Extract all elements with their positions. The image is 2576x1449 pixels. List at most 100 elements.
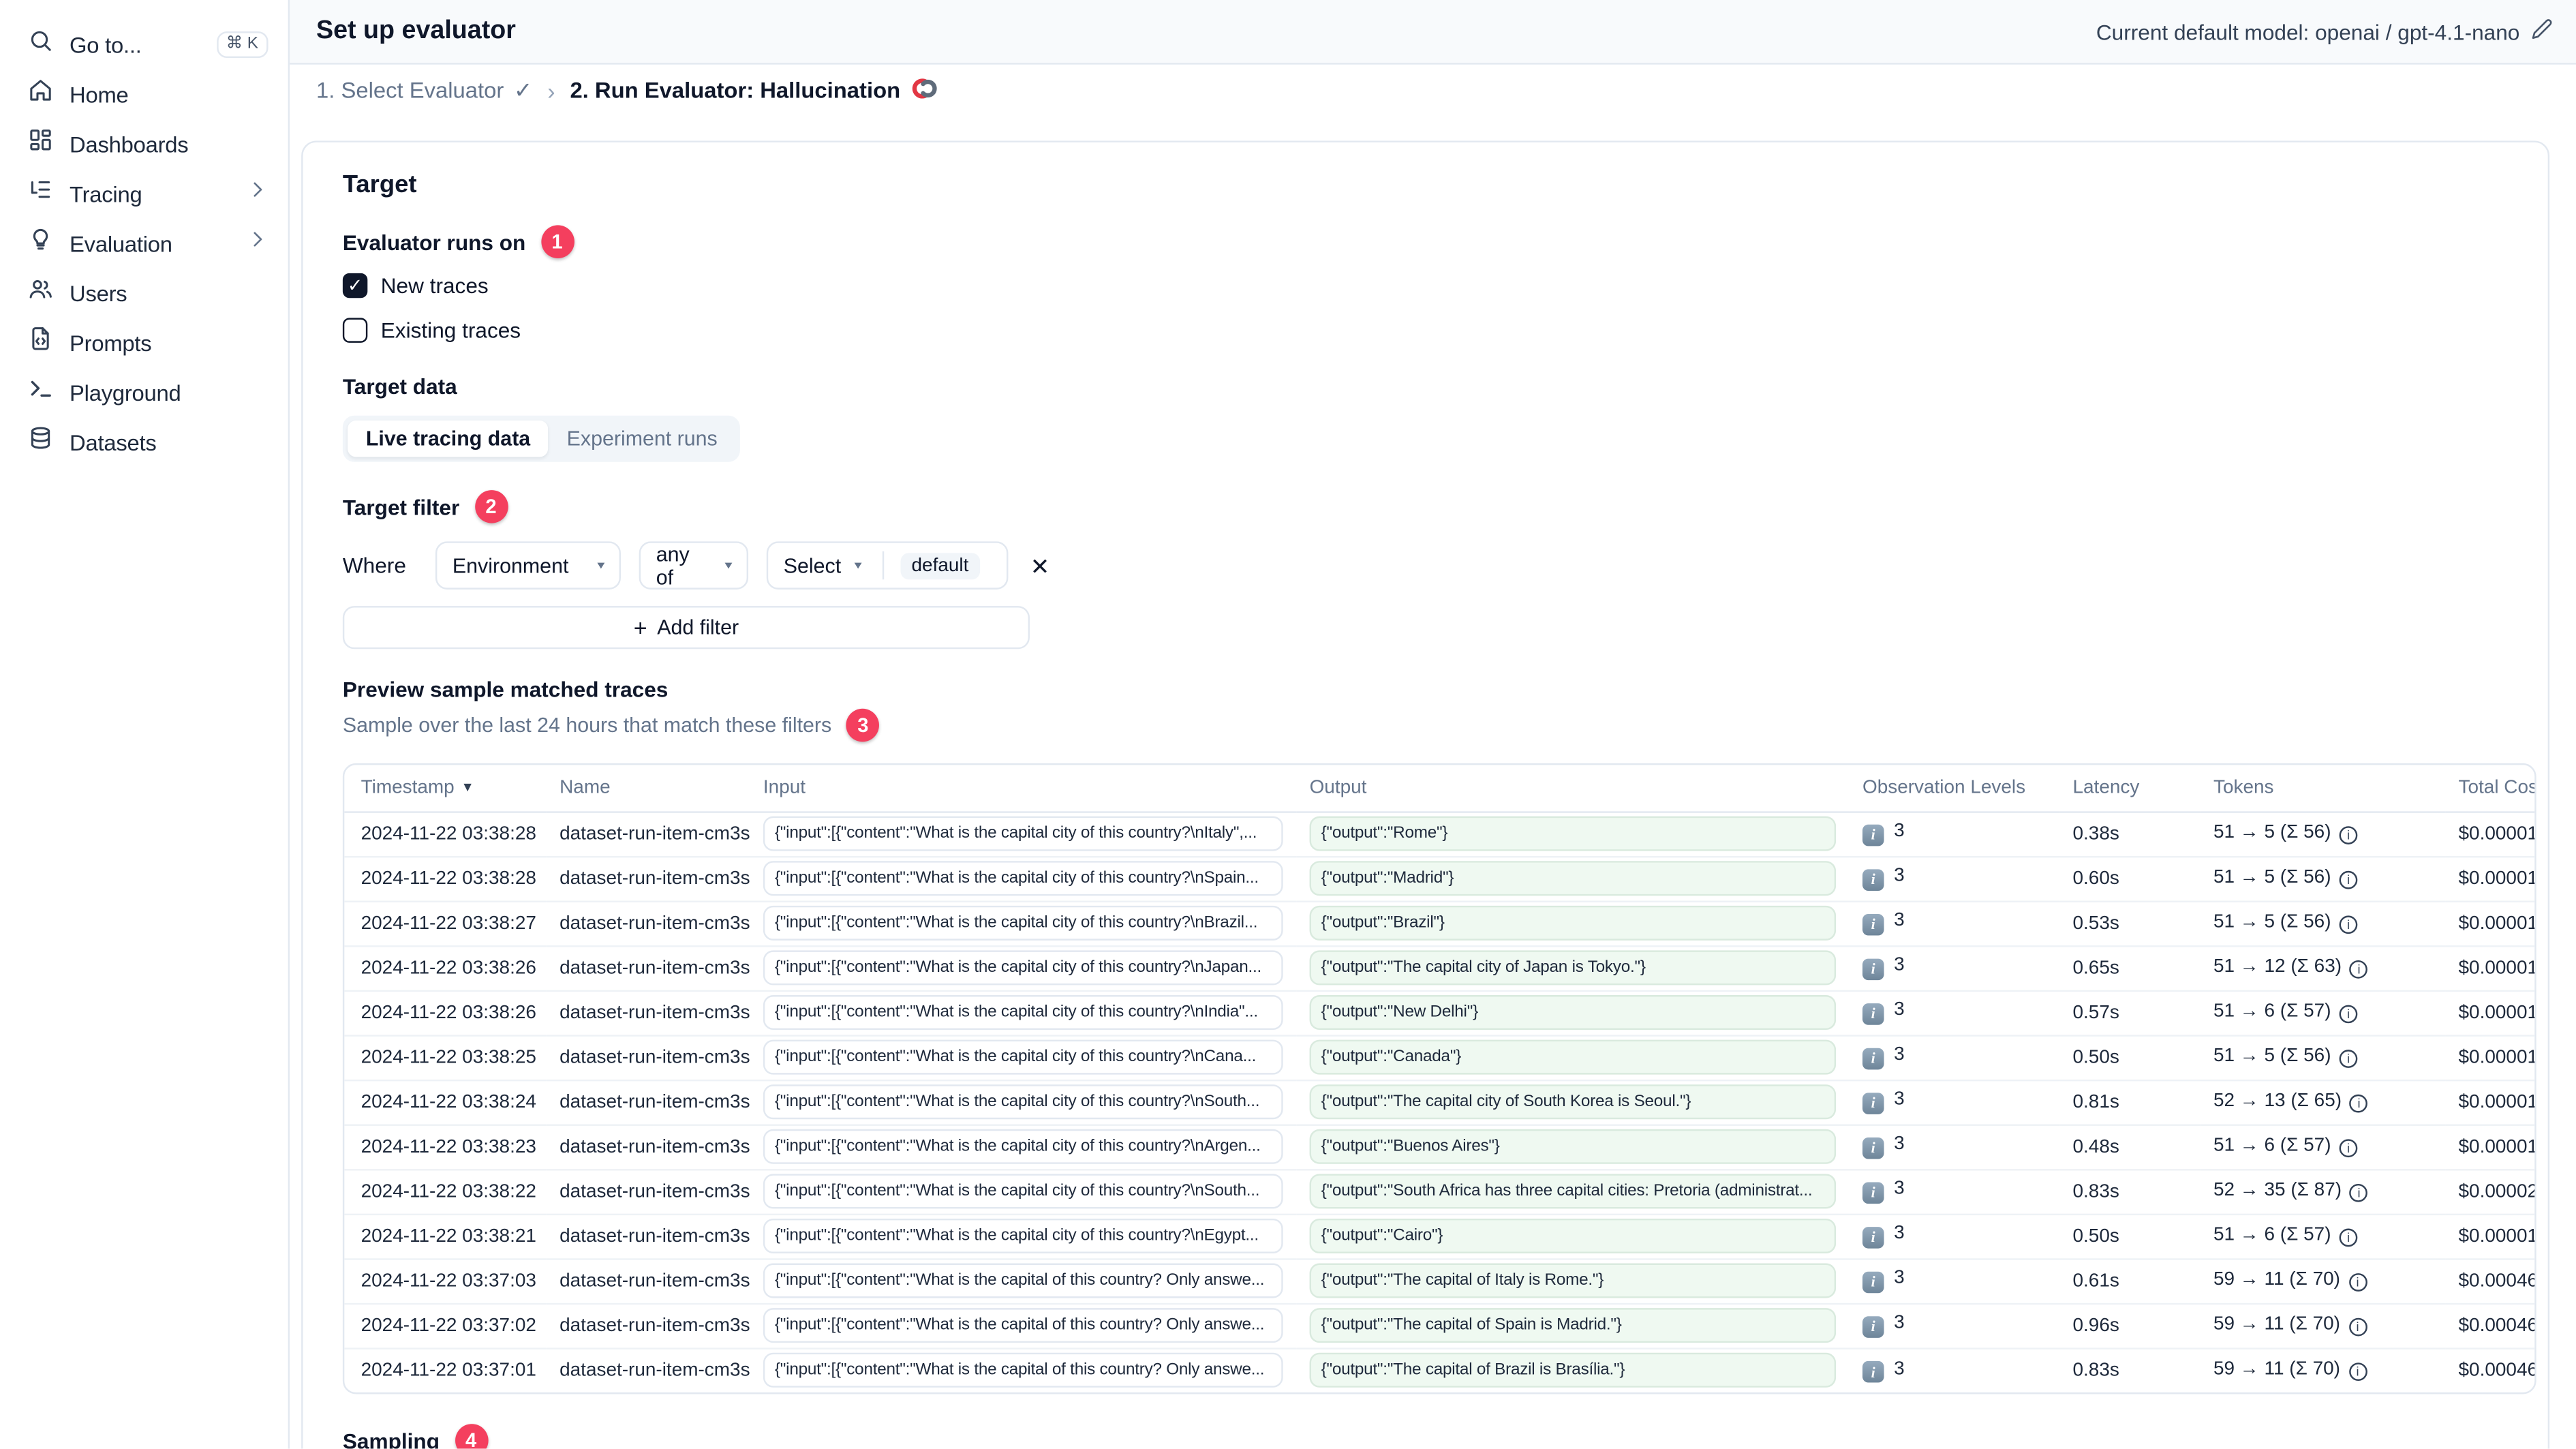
output-json-chip[interactable]: {"output":"Buenos Aires"} bbox=[1309, 1129, 1837, 1164]
total-cost-cell: $0.00046 ( bbox=[2445, 1302, 2535, 1349]
info-circle-icon[interactable]: i bbox=[2350, 960, 2368, 979]
table-row[interactable]: 2024-11-22 03:38:21 dataset-run-item-cm3s… bbox=[344, 1213, 2535, 1260]
output-cell: {"output":"Rome"} bbox=[1296, 811, 1850, 857]
output-json-chip[interactable]: {"output":"Canada"} bbox=[1309, 1039, 1837, 1075]
table-row[interactable]: 2024-11-22 03:38:26 dataset-run-item-cm3s… bbox=[344, 990, 2535, 1036]
sidebar-item-label: Prompts bbox=[70, 330, 152, 356]
info-circle-icon[interactable]: i bbox=[2350, 1183, 2368, 1202]
table-row[interactable]: 2024-11-22 03:38:28 dataset-run-item-cm3s… bbox=[344, 855, 2535, 902]
table-row[interactable]: 2024-11-22 03:38:26 dataset-run-item-cm3s… bbox=[344, 945, 2535, 991]
sidebar-item-tracing[interactable]: Tracing bbox=[0, 169, 288, 219]
info-circle-icon[interactable]: i bbox=[2339, 1005, 2358, 1024]
table-row[interactable]: 2024-11-22 03:38:24 dataset-run-item-cm3s… bbox=[344, 1079, 2535, 1125]
output-json-chip[interactable]: {"output":"The capital of Spain is Madri… bbox=[1309, 1308, 1837, 1343]
column-header-tokens[interactable]: Tokens bbox=[2200, 765, 2446, 812]
column-header-observation-levels[interactable]: Observation Levels bbox=[1849, 765, 2060, 812]
table-row[interactable]: 2024-11-22 03:37:03 dataset-run-item-cm3s… bbox=[344, 1258, 2535, 1305]
input-json-chip[interactable]: {"input":[{"content":"What is the capita… bbox=[763, 1263, 1283, 1298]
tab-experiment-runs[interactable]: Experiment runs bbox=[549, 421, 736, 457]
chevron-down-icon: ▾ bbox=[854, 558, 862, 572]
sidebar-item-users[interactable]: Users bbox=[0, 269, 288, 318]
input-json-chip[interactable]: {"input":[{"content":"What is the capita… bbox=[763, 1039, 1283, 1075]
breadcrumb-step-select-evaluator[interactable]: 1. Select Evaluator ✓ bbox=[316, 77, 532, 104]
sidebar-item-home[interactable]: Home bbox=[0, 70, 288, 119]
info-circle-icon[interactable]: i bbox=[2339, 870, 2358, 889]
info-circle-icon[interactable]: i bbox=[2348, 1362, 2367, 1382]
timestamp-cell: 2024-11-22 03:38:26 bbox=[344, 945, 547, 991]
goto-button[interactable]: Go to... ⌘ K bbox=[0, 20, 288, 70]
info-circle-icon[interactable]: i bbox=[2348, 1317, 2367, 1337]
table-row[interactable]: 2024-11-22 03:38:25 dataset-run-item-cm3s… bbox=[344, 1035, 2535, 1081]
output-json-chip[interactable]: {"output":"Cairo"} bbox=[1309, 1218, 1837, 1253]
input-json-chip[interactable]: {"input":[{"content":"What is the capita… bbox=[763, 1129, 1283, 1164]
input-json-chip[interactable]: {"input":[{"content":"What is the capita… bbox=[763, 905, 1283, 941]
output-cell: {"output":"Brazil"} bbox=[1296, 900, 1850, 947]
sidebar-item-prompts[interactable]: Prompts bbox=[0, 318, 288, 367]
table-row[interactable]: 2024-11-22 03:37:01 dataset-run-item-cm3s… bbox=[344, 1347, 2534, 1392]
input-json-chip[interactable]: {"input":[{"content":"What is the capita… bbox=[763, 1353, 1283, 1388]
table-row[interactable]: 2024-11-22 03:38:28 dataset-run-item-cm3s… bbox=[344, 811, 2535, 857]
table-row[interactable]: 2024-11-22 03:38:27 dataset-run-item-cm3s… bbox=[344, 900, 2535, 947]
sidebar-item-dashboards[interactable]: Dashboards bbox=[0, 119, 288, 169]
column-header-name[interactable]: Name bbox=[546, 765, 750, 812]
edit-model-button[interactable] bbox=[2531, 18, 2553, 45]
sidebar-item-evaluation[interactable]: Evaluation bbox=[0, 219, 288, 269]
info-badge-icon: i bbox=[1862, 1048, 1884, 1069]
column-header-total-cost[interactable]: Total Cost bbox=[2445, 765, 2535, 812]
table-row[interactable]: 2024-11-22 03:38:23 dataset-run-item-cm3s… bbox=[344, 1124, 2535, 1170]
column-header-output[interactable]: Output bbox=[1296, 765, 1850, 812]
output-json-chip[interactable]: {"output":"Madrid"} bbox=[1309, 861, 1837, 896]
input-json-chip[interactable]: {"input":[{"content":"What is the capita… bbox=[763, 1308, 1283, 1343]
total-cost-cell: $0.000011 ( bbox=[2445, 900, 2535, 947]
info-circle-icon[interactable]: i bbox=[2339, 1139, 2358, 1158]
latency-cell: 0.96s bbox=[2059, 1302, 2201, 1349]
tokens-cell: 59 → 11 (Σ 70) i bbox=[2200, 1302, 2446, 1349]
input-json-chip[interactable]: {"input":[{"content":"What is the capita… bbox=[763, 1174, 1283, 1209]
info-circle-icon[interactable]: i bbox=[2339, 1050, 2358, 1068]
add-filter-button[interactable]: + Add filter bbox=[342, 606, 1030, 650]
total-cost-cell: $0.000011 ( bbox=[2445, 1124, 2535, 1170]
output-json-chip[interactable]: {"output":"The capital city of Japan is … bbox=[1309, 950, 1837, 986]
output-json-chip[interactable]: {"output":"South Africa has three capita… bbox=[1309, 1174, 1837, 1209]
output-json-chip[interactable]: {"output":"The capital city of South Kor… bbox=[1309, 1084, 1837, 1120]
output-json-chip[interactable]: {"output":"The capital of Brazil is Bras… bbox=[1309, 1353, 1837, 1388]
latency-cell: 0.60s bbox=[2059, 855, 2201, 902]
total-cost-cell: $0.000015 bbox=[2445, 945, 2535, 991]
checkbox-new-traces[interactable]: ✓ New traces bbox=[342, 269, 2534, 303]
table-row[interactable]: 2024-11-22 03:37:02 dataset-run-item-cm3s… bbox=[344, 1302, 2535, 1349]
info-circle-icon[interactable]: i bbox=[2339, 826, 2358, 844]
output-json-chip[interactable]: {"output":"Rome"} bbox=[1309, 816, 1837, 851]
output-json-chip[interactable]: {"output":"The capital of Italy is Rome.… bbox=[1309, 1263, 1837, 1298]
sidebar-item-label: Evaluation bbox=[70, 230, 172, 256]
input-json-chip[interactable]: {"input":[{"content":"What is the capita… bbox=[763, 816, 1283, 851]
input-json-chip[interactable]: {"input":[{"content":"What is the capita… bbox=[763, 1218, 1283, 1253]
sidebar-item-playground[interactable]: Playground bbox=[0, 367, 288, 417]
filter-value-select[interactable]: Select ▾ default bbox=[767, 541, 1009, 590]
filter-column-select[interactable]: Environment ▾ bbox=[435, 541, 622, 590]
checkbox-existing-traces[interactable]: Existing traces bbox=[342, 313, 2534, 348]
timestamp-cell: 2024-11-22 03:38:22 bbox=[344, 1169, 547, 1215]
input-json-chip[interactable]: {"input":[{"content":"What is the capita… bbox=[763, 995, 1283, 1031]
output-json-chip[interactable]: {"output":"New Delhi"} bbox=[1309, 995, 1837, 1031]
output-cell: {"output":"The capital city of South Kor… bbox=[1296, 1079, 1850, 1125]
info-circle-icon[interactable]: i bbox=[2339, 915, 2358, 934]
input-cell: {"input":[{"content":"What is the capita… bbox=[750, 945, 1297, 991]
column-header-input[interactable]: Input bbox=[750, 765, 1297, 812]
latency-cell: 0.50s bbox=[2059, 1213, 2201, 1260]
sidebar-item-datasets[interactable]: Datasets bbox=[0, 417, 288, 467]
column-header-timestamp[interactable]: Timestamp ▼ bbox=[344, 765, 547, 812]
info-badge-icon: i bbox=[1862, 1315, 1884, 1338]
input-json-chip[interactable]: {"input":[{"content":"What is the capita… bbox=[763, 861, 1283, 896]
info-circle-icon[interactable]: i bbox=[2339, 1228, 2358, 1247]
input-json-chip[interactable]: {"input":[{"content":"What is the capita… bbox=[763, 950, 1283, 986]
info-circle-icon[interactable]: i bbox=[2348, 1273, 2367, 1292]
info-circle-icon[interactable]: i bbox=[2350, 1094, 2368, 1113]
column-header-latency[interactable]: Latency bbox=[2059, 765, 2201, 812]
tab-live-tracing-data[interactable]: Live tracing data bbox=[348, 421, 549, 457]
latency-cell: 0.65s bbox=[2059, 945, 2201, 991]
input-json-chip[interactable]: {"input":[{"content":"What is the capita… bbox=[763, 1084, 1283, 1120]
remove-filter-button[interactable]: ✕ bbox=[1030, 554, 1050, 577]
filter-operator-select[interactable]: any of ▾ bbox=[639, 541, 749, 590]
output-json-chip[interactable]: {"output":"Brazil"} bbox=[1309, 905, 1837, 941]
table-row[interactable]: 2024-11-22 03:38:22 dataset-run-item-cm3s… bbox=[344, 1169, 2535, 1215]
